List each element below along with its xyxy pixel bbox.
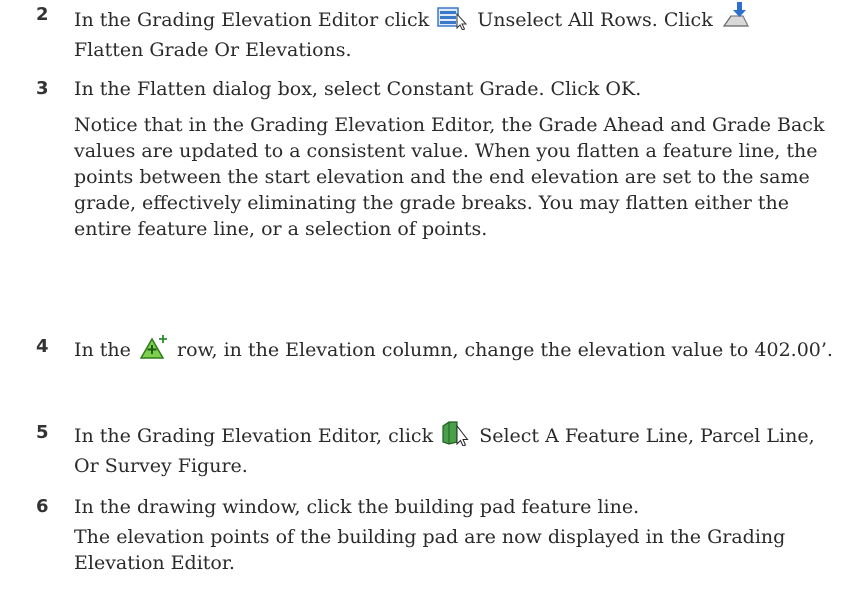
step-note: The elevation points of the building pad…: [74, 526, 786, 574]
select-feature-line-icon: [441, 420, 471, 453]
step-number: 2: [36, 4, 49, 25]
step-text-part: Flatten Grade Or Elevations.: [74, 39, 352, 61]
step-text: In the drawing window, click the buildin…: [74, 496, 640, 518]
step-number: 3: [36, 78, 49, 99]
step-4: 4 In the row, in the Elevation column, c…: [36, 334, 836, 367]
step-text-part: In the Grading Elevation Editor click: [74, 9, 430, 31]
step-5: 5 In the Grading Elevation Editor, click…: [36, 420, 836, 479]
step-3: 3 In the Flatten dialog box, select Cons…: [36, 76, 836, 242]
step-text: In the row, in the Elevation column, cha…: [74, 334, 836, 367]
step-6: 6 In the drawing window, click the build…: [36, 494, 836, 576]
step-number: 4: [36, 336, 49, 357]
unselect-all-rows-icon: [437, 6, 469, 37]
step-text: In the Flatten dialog box, select Consta…: [74, 78, 642, 100]
step-note: Notice that in the Grading Elevation Edi…: [74, 114, 825, 240]
step-text-part: row, in the Elevation column, change the…: [177, 339, 833, 361]
step-number: 6: [36, 496, 49, 517]
step-text: In the Grading Elevation Editor, click S…: [74, 420, 836, 479]
flatten-grade-icon: [721, 2, 755, 37]
step-text-part: In the Grading Elevation Editor, click: [74, 425, 434, 447]
step-2: 2 In the Grading Elevation Editor click …: [36, 2, 836, 63]
step-text: In the Grading Elevation Editor click Un…: [74, 2, 836, 63]
step-text-part: In the: [74, 339, 131, 361]
step-number: 5: [36, 422, 49, 443]
insert-elevation-point-icon: [139, 334, 169, 367]
step-text-part: Unselect All Rows. Click: [477, 9, 713, 31]
